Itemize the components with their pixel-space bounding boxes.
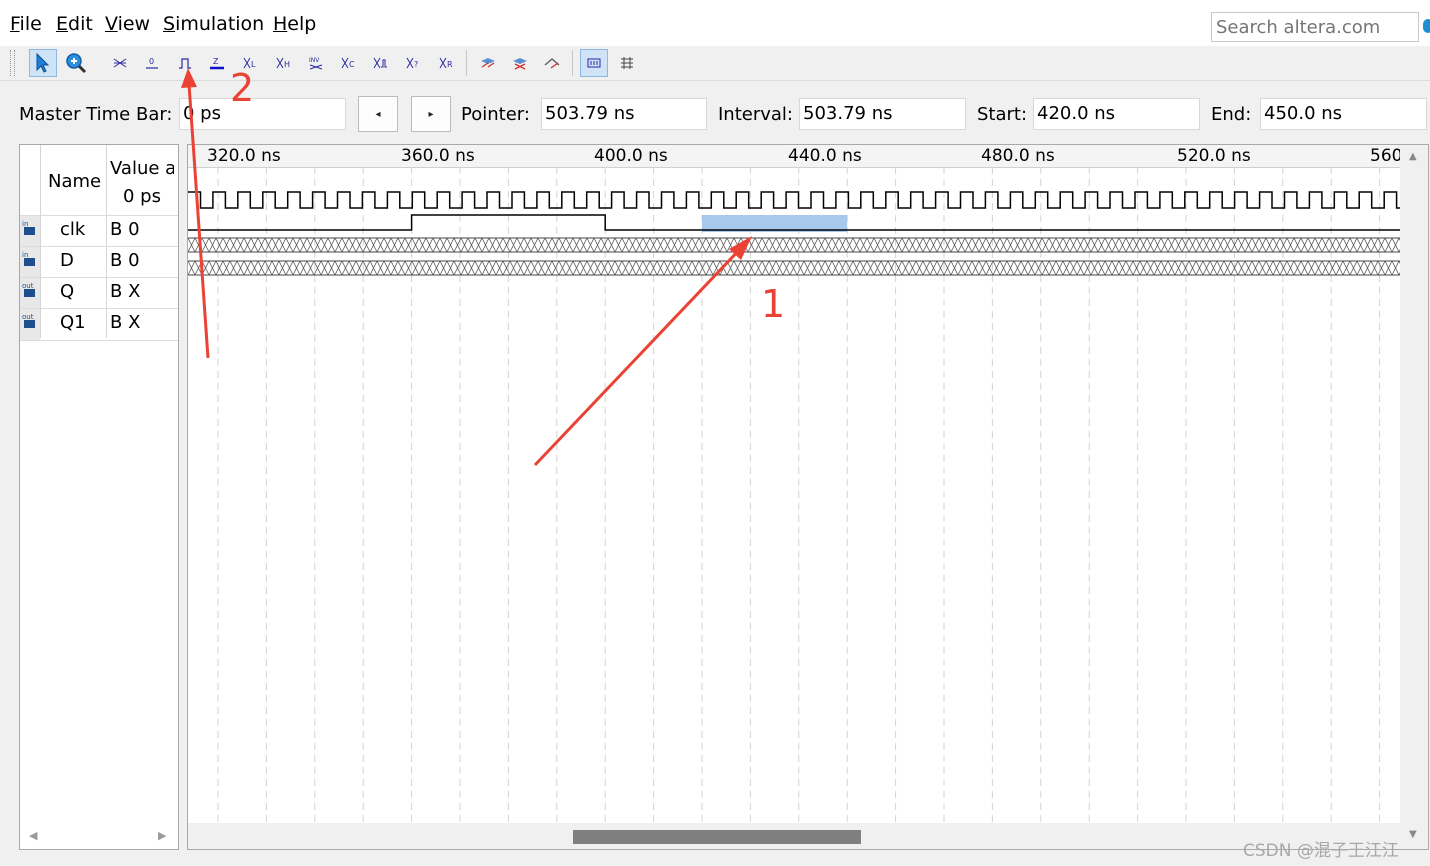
interval-label: Interval: [718,104,793,125]
signal-value: B 0 [110,219,140,240]
invert-icon[interactable]: INV [302,49,330,77]
ruler-tick: 520.0 ns [1177,146,1251,166]
time-bar: Master Time Bar: 0 ps ◂ ▸ Pointer: 503.7… [0,81,1430,141]
input-pin-icon: in [20,216,40,247]
previous-transition-button[interactable]: ◂ [358,96,398,132]
ruler-tick: 480.0 ns [981,146,1055,166]
value-column-header-time: 0 ps [123,186,161,207]
selection-pointer-icon[interactable] [29,49,57,77]
signal-value: B X [110,281,141,302]
output-pin-icon: out [20,278,40,309]
input-pin-icon: in [20,247,40,278]
svg-text:C: C [349,60,355,69]
time-ruler[interactable]: 320.0 ns 360.0 ns 400.0 ns 440.0 ns 480.… [188,145,1403,168]
signal-value: B 0 [110,250,140,271]
menu-simulation[interactable]: Simulation [163,12,264,36]
forcing-high-icon[interactable] [171,49,199,77]
end-label: End: [1211,104,1252,125]
forcing-unknown-icon[interactable] [106,49,134,77]
next-transition-button[interactable]: ▸ [411,96,451,132]
toolbar-separator [572,50,573,76]
signal-name: D [60,250,74,271]
output-pin-icon: out [20,309,40,340]
svg-text:0: 0 [149,57,154,66]
netlist-simulation-icon[interactable] [538,49,566,77]
waveform-canvas[interactable] [188,145,1400,823]
svg-text:?: ? [414,60,418,69]
signal-value: B X [110,312,141,333]
pointer-field[interactable]: 503.79 ns [541,98,707,130]
high-impedance-icon[interactable]: Z [203,49,231,77]
forcing-low-icon[interactable]: 0 [138,49,166,77]
toolbar: 0 Z L H INV C ? R [0,46,1430,81]
ruler-tick: 320.0 ns [207,146,281,166]
waveform-panel[interactable]: 320.0 ns 360.0 ns 400.0 ns 440.0 ns 480.… [187,144,1429,850]
functional-simulation-icon[interactable] [474,49,502,77]
toolbar-separator [466,50,467,76]
horizontal-scroll-thumb[interactable] [573,830,861,844]
signal-name: clk [60,219,86,240]
count-value-icon[interactable]: C [334,49,362,77]
q1-unknown-hatch [188,260,1400,276]
value-column-header[interactable]: Value a [110,158,174,179]
watermark: CSDN @混子王江江 [1243,841,1399,861]
menu-view[interactable]: View [105,12,150,36]
scroll-down-icon[interactable]: ▼ [1409,829,1417,840]
end-field[interactable]: 450.0 ns [1260,98,1427,130]
horizontal-scrollbar[interactable] [188,823,1400,849]
interval-field[interactable]: 503.79 ns [799,98,966,130]
signal-name: Q1 [60,312,86,333]
menu-edit[interactable]: Edit [56,12,93,36]
ruler-tick: 400.0 ns [594,146,668,166]
signal-row-clk[interactable]: in clk B 0 [20,215,178,247]
clock-value-icon[interactable] [366,49,394,77]
ruler-tick: 440.0 ns [788,146,862,166]
search-icon[interactable] [1423,19,1430,33]
signal-row-d[interactable]: in D B 0 [20,246,178,278]
clk-waveform [188,191,1400,209]
annotation-label-1: 1 [761,282,786,326]
master-time-bar-label: Master Time Bar: [19,104,173,125]
signal-row-q[interactable]: out Q B X [20,277,178,309]
scroll-up-icon[interactable]: ▲ [1409,151,1417,162]
toolbar-grip[interactable] [10,50,15,76]
grid-settings-icon[interactable] [613,49,641,77]
q-unknown-hatch [188,237,1400,253]
master-time-bar-field[interactable]: 0 ps [179,98,346,130]
search-input[interactable] [1211,12,1419,42]
start-label: Start: [977,104,1028,125]
arbitrary-value-icon[interactable]: ? [399,49,427,77]
signal-row-q1[interactable]: out Q1 B X [20,308,178,341]
snap-to-grid-icon[interactable] [580,49,608,77]
timing-simulation-icon[interactable] [506,49,534,77]
svg-text:INV: INV [309,57,320,64]
weak-high-icon[interactable]: H [269,49,297,77]
svg-text:Z: Z [213,57,219,66]
signal-name-panel: Name Value a 0 ps in clk B 0 in D B 0 ou… [19,144,179,850]
zoom-tool-icon[interactable] [62,49,90,77]
svg-text:H: H [284,60,290,69]
scroll-right-icon[interactable]: ▶ [158,829,166,842]
ruler-tick: 360.0 ns [401,146,475,166]
start-field[interactable]: 420.0 ns [1033,98,1200,130]
menu-help[interactable]: Help [273,12,316,36]
menu-bar: File Edit View Simulation Help [0,0,1430,46]
annotation-label-2: 2 [230,66,255,110]
ruler-tick: 560 [1370,146,1403,166]
svg-text:R: R [447,60,453,69]
random-value-icon[interactable]: R [432,49,460,77]
scroll-left-icon[interactable]: ◀ [29,829,37,842]
name-column-header[interactable]: Name [48,171,101,192]
menu-file[interactable]: File [10,12,42,36]
pointer-label: Pointer: [461,104,530,125]
signal-name: Q [60,281,75,302]
vertical-scrollbar[interactable]: ▲ ▼ [1400,145,1428,849]
